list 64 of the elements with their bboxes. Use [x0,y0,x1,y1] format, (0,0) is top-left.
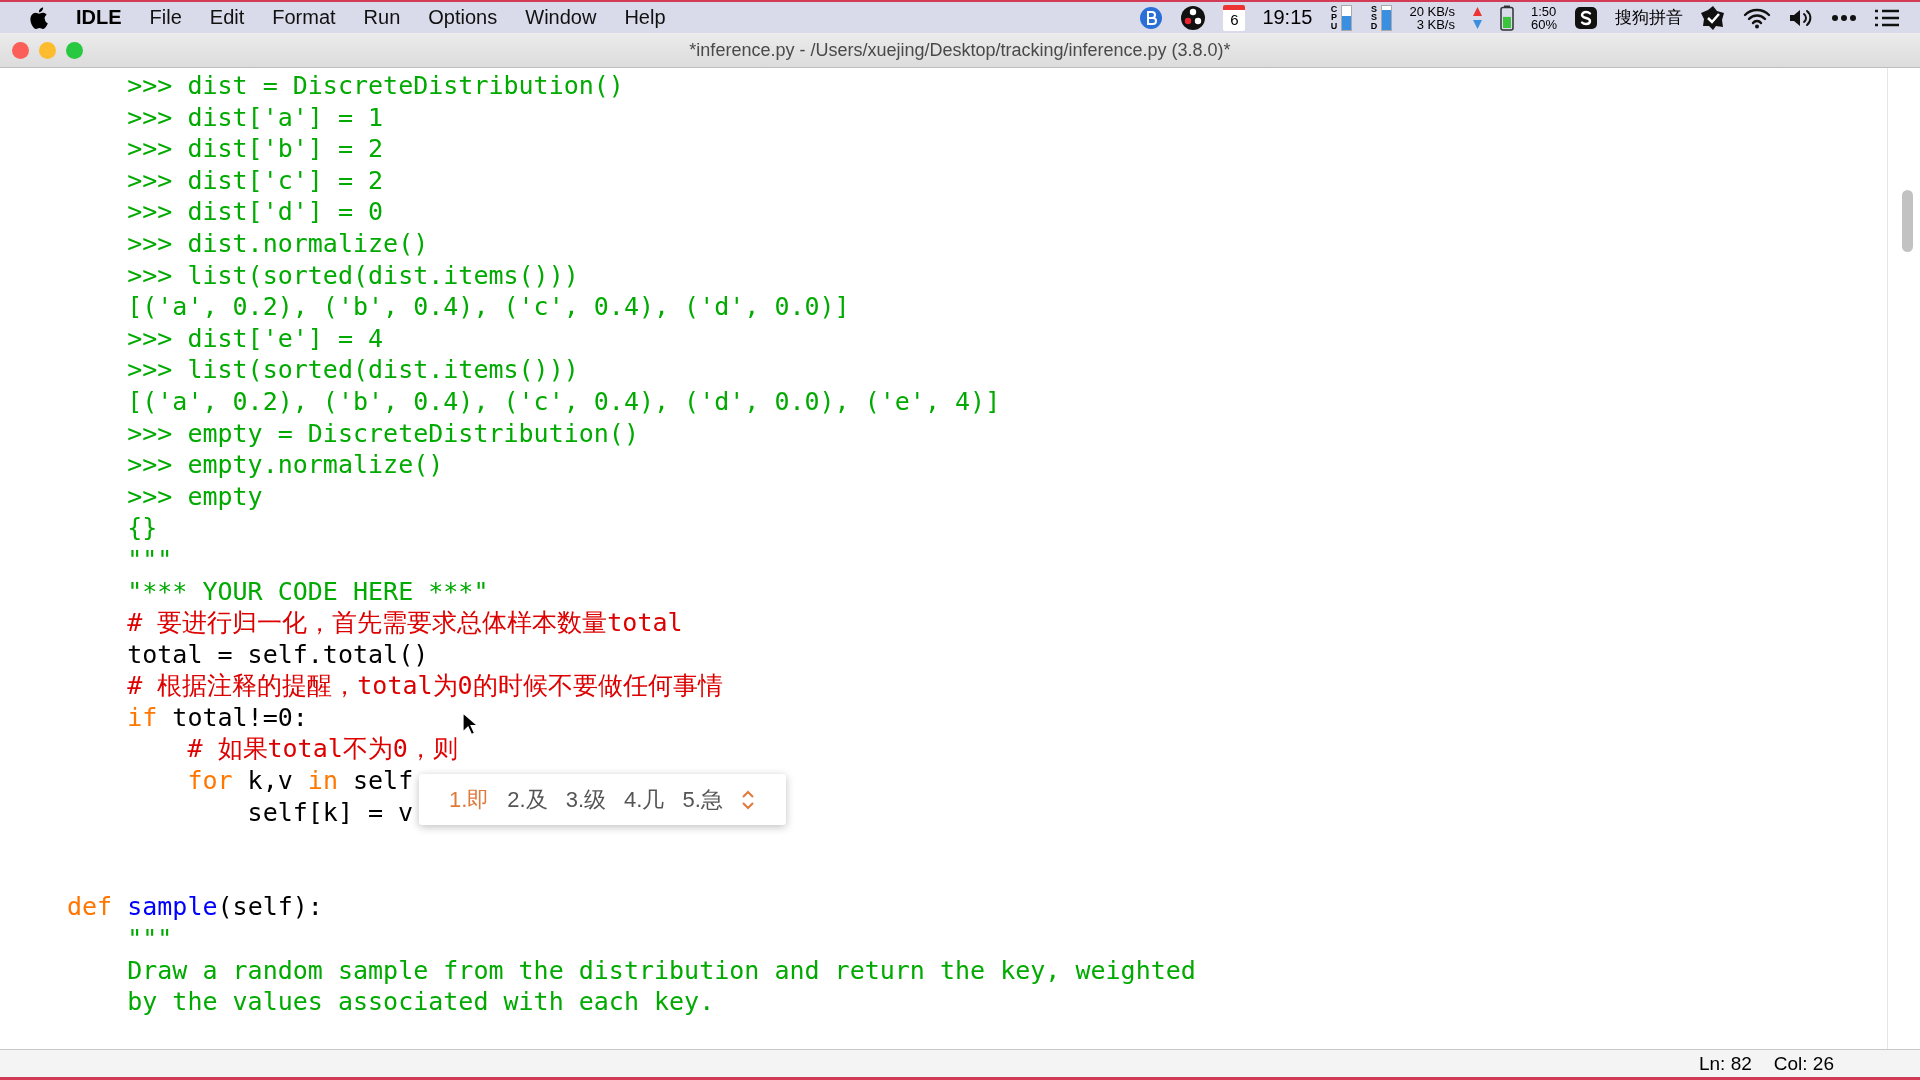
code-line: >>> dist['d'] = 0 [127,196,384,228]
code-line: [('a', 0.2), ('b', 0.4), ('c', 0.4), ('d', 0.0)] [127,291,850,323]
code-line: total = self.total() [127,638,429,671]
code-line: >>> dist['b'] = 2 [127,133,384,165]
clock[interactable]: 19:15 [1262,6,1313,29]
wifi-icon[interactable] [1743,6,1771,29]
code-line: >>> dist['c'] = 2 [127,164,384,197]
line-number: Ln: 82 [1698,1052,1752,1075]
code-line: >>> dist['e'] = 4 [127,322,384,355]
battery-time: 1:50 [1530,4,1557,18]
calendar-icon[interactable]: 6 [1223,4,1246,31]
cpu-label: CPU [1329,4,1339,31]
more-icon[interactable] [1831,13,1857,22]
code-line: for k,v in self [187,765,414,797]
code-line: >>> list(sorted(dist.items())) [127,259,579,292]
code-line: def sample(self): [67,891,323,924]
ssd-label: SSD [1369,4,1379,31]
code-line: [('a', 0.2), ('b', 0.4), ('c', 0.4), ('d', 0.0), ('e', 4)] [127,385,1001,418]
app-menu[interactable]: IDLE [76,6,122,29]
code-line: {} [127,512,158,544]
menu-item[interactable]: Help [624,6,666,29]
code-line: # 如果total不为0，则 [187,733,458,766]
candidate-item[interactable]: 4.几 [624,784,665,815]
code-line: >>> dist = DiscreteDistribution() [127,70,624,102]
input-method-name[interactable]: 搜狗拼音 [1615,6,1683,29]
code-line: >>> empty [127,480,263,513]
candidate-item[interactable]: 3.级 [565,784,607,815]
menu-item[interactable]: File [149,6,182,29]
code-line: >>> dist['a'] = 1 [127,101,384,134]
candidate-item[interactable]: 2.及 [507,784,548,815]
circle-logo-icon[interactable] [1139,5,1164,30]
scrollbar-thumb[interactable] [1902,190,1913,252]
column-number: Col: 26 [1773,1052,1834,1075]
code-line: # 要进行归一化，首先需要求总体样本数量total [127,607,683,639]
circle-dots-icon[interactable] [1180,4,1207,31]
candidate-item[interactable]: 5.急 [682,784,723,815]
check-badge-icon[interactable] [1700,4,1726,31]
code-line: by the values associated with each key. [127,986,715,1018]
menu-item[interactable]: Run [363,6,401,29]
code-line: >>> empty = DiscreteDistribution() [127,417,639,450]
input-method-icon[interactable] [1574,5,1598,30]
window-title: *inference.py - /Users/xuejing/Desktop/tracking/inference.py (3.8.0)* [689,39,1231,61]
code-line: if total!=0: [127,701,308,734]
code-line: """ [127,923,173,955]
menu-item[interactable]: Window [525,6,597,29]
code-line: >>> list(sorted(dist.items())) [127,354,579,386]
code-line: self[k] = v [247,796,414,829]
menu-item[interactable]: Edit [209,6,245,29]
code-line: >>> empty.normalize() [127,449,444,481]
upload-speed: 20 KB/s [1409,4,1455,18]
up-down-arrows-icon [1471,5,1483,30]
list-icon[interactable] [1874,7,1900,28]
apple-icon[interactable] [30,5,50,30]
code-line: >>> dist.normalize() [127,227,429,260]
download-speed: 3 KB/s [1416,17,1455,31]
pointer-cursor-icon [462,712,478,736]
menu-item[interactable]: Options [428,6,498,29]
code-line: # 根据注释的提醒，total为0的时候不要做任何事情 [127,670,723,702]
code-line: "*** YOUR CODE HERE ***" [127,575,489,608]
battery-percent: 60% [1530,17,1557,31]
battery-icon[interactable] [1499,4,1514,31]
menu-item[interactable]: Format [272,6,336,29]
code-line: Draw a random sample from the distribution and return the key, weighted [127,954,1196,987]
code-line: """ [127,543,173,576]
